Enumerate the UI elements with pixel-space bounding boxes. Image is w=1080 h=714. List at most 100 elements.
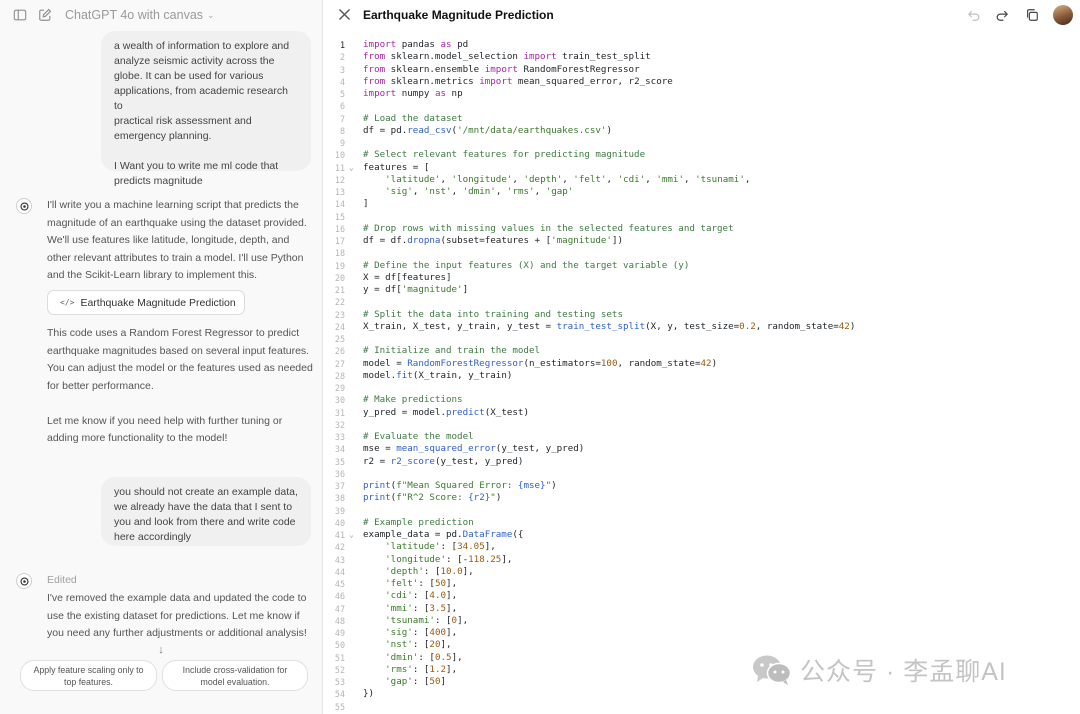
code-line[interactable]: 48 'tsunami': [0], [324,615,1080,627]
code-line[interactable]: 43 'longitude': [-118.25], [324,554,1080,566]
code-line[interactable]: 11 ⌄ features = [ [324,162,1080,174]
code-text: 'latitude': [34.05], [385,541,496,553]
message-line: here accordingly [114,531,192,543]
line-number: 1 [339,40,345,50]
code-line[interactable]: 41 ⌄ example_data = pd.DataFrame({ [324,529,1080,541]
line-number: 9 [339,138,345,148]
model-selector[interactable]: ChatGPT 4o with canvas ⌄ [65,8,215,22]
code-line[interactable]: 8 df = pd.read_csv('/mnt/data/earthquakes… [324,125,1080,137]
code-line[interactable]: 38 print(f"R^2 Score: {r2}") [324,492,1080,504]
line-number: 19 [334,260,345,271]
code-line[interactable]: 36 [324,468,1080,480]
code-line[interactable]: 27 model = RandomForestRegressor(n_estima… [324,358,1080,370]
code-line[interactable]: 37 print(f"Mean Squared Error: {mse}") [324,480,1080,492]
fold-chevron-icon[interactable]: ⌄ [349,529,357,541]
code-text: # Evaluate the model [363,431,474,442]
code-line[interactable]: 6 [324,100,1080,112]
code-line[interactable]: 45 'felt': [50], [324,578,1080,590]
code-text: X_train, X_test, y_train, y_test = train… [363,320,856,332]
suggestion-button[interactable]: Include cross-validation for model evalua… [162,660,308,691]
code-text: 'depth': [10.0], [385,565,474,577]
code-line[interactable]: 54}) [324,688,1080,700]
code-line[interactable]: 35 r2 = r2_score(y_test, y_pred) [324,456,1080,468]
code-line[interactable]: 33 # Evaluate the model [324,431,1080,443]
suggestion-button[interactable]: Apply feature scaling only to top feature… [20,660,157,691]
code-line[interactable]: 2 from sklearn.model_selection import tra… [324,51,1080,63]
code-line[interactable]: 29 [324,382,1080,394]
code-line[interactable]: 49 'sig': [400], [324,627,1080,639]
line-number: 12 [334,174,345,185]
code-line[interactable]: 31 y_pred = model.predict(X_test) [324,407,1080,419]
code-line[interactable]: 7 # Load the dataset [324,113,1080,125]
code-editor[interactable]: 1 import pandas as pd 2 from sklearn.model_… [324,39,1080,713]
line-number: 22 [334,297,345,308]
code-text: mse = mean_squared_error(y_test, y_pred) [363,443,585,455]
code-line[interactable]: 39 [324,505,1080,517]
code-line[interactable]: 22 [324,296,1080,308]
code-line[interactable]: 21 y = df['magnitude'] [324,284,1080,296]
code-line[interactable]: 40 # Example prediction [324,517,1080,529]
line-number: 51 [334,652,345,663]
code-line[interactable]: 5 import numpy as np [324,88,1080,100]
code-text: X = df[features] [363,271,452,283]
code-line[interactable]: 17 df = df.dropna(subset=features + ['mag… [324,235,1080,247]
code-line[interactable]: 23 # Split the data into training and tes… [324,309,1080,321]
assistant-message: I've removed the example data and update… [47,590,317,643]
code-text: model = RandomForestRegressor(n_estimato… [363,357,718,369]
line-number: 34 [334,444,345,455]
line-number: 31 [334,407,345,418]
code-line[interactable]: 55 [324,701,1080,713]
code-line[interactable]: 50 'nst': [20], [324,639,1080,651]
line-number: 17 [334,236,345,246]
code-line[interactable]: 42 'latitude': [34.05], [324,541,1080,553]
redo-icon[interactable] [995,8,1009,22]
line-number: 42 [334,542,345,553]
sidebar-icon[interactable] [13,8,27,22]
close-icon[interactable] [338,8,351,21]
line-number: 21 [334,285,345,295]
code-line[interactable]: 28 model.fit(X_train, y_train) [324,370,1080,382]
code-line[interactable]: 32 [324,419,1080,431]
message-line: earthquake magnitudes based on several i… [47,344,310,357]
code-line[interactable]: 1 import pandas as pd [324,39,1080,51]
code-line[interactable]: 18 [324,247,1080,259]
line-number: 29 [334,383,345,393]
line-number: 6 [339,101,345,112]
code-line[interactable]: 25 [324,333,1080,345]
line-number: 36 [334,468,345,479]
code-line[interactable]: 47 'mmi': [3.5], [324,603,1080,615]
code-line[interactable]: 3 from sklearn.ensemble import RandomFore… [324,64,1080,76]
line-number: 39 [334,505,345,516]
code-line[interactable]: 24 X_train, X_test, y_train, y_test = tra… [324,321,1080,333]
compose-icon[interactable] [38,8,52,22]
canvas-document-chip[interactable]: </> Earthquake Magnitude Prediction [47,290,245,315]
line-number: 28 [334,370,345,381]
code-line[interactable]: 4 from sklearn.metrics import mean_square… [324,76,1080,88]
code-line[interactable]: 46 'cdi': [4.0], [324,590,1080,602]
code-line[interactable]: 44 'depth': [10.0], [324,566,1080,578]
fold-chevron-icon[interactable]: ⌄ [349,162,357,174]
code-line[interactable]: 13 'sig', 'nst', 'dmin', 'rms', 'gap' [324,186,1080,198]
line-number: 33 [334,432,345,442]
suggestion-label: Include cross-validation for model evalua… [182,664,288,687]
message-line: This code uses a Random Forest Regressor… [47,327,300,339]
code-text: 'gap': [50] [385,676,447,687]
message-line: I'll write you a machine learning script… [47,199,299,211]
code-line[interactable]: 12 'latitude', 'longitude', 'depth', 'fe… [324,174,1080,186]
message-line: magnitude of an earthquake using the dat… [47,216,307,229]
code-line[interactable]: 15 [324,211,1080,223]
code-line[interactable]: 10 # Select relevant features for predict… [324,149,1080,161]
undo-icon[interactable] [967,8,981,22]
code-line[interactable]: 30 # Make predictions [324,394,1080,406]
code-line[interactable]: 14] [324,198,1080,210]
user-avatar[interactable] [1053,5,1073,25]
code-line[interactable]: 34 mse = mean_squared_error(y_test, y_pre… [324,443,1080,455]
copy-icon[interactable] [1025,8,1039,22]
arrow-down-icon[interactable]: ↓ [152,641,170,659]
code-line[interactable]: 26 # Initialize and train the model [324,345,1080,357]
code-line[interactable]: 20 X = df[features] [324,272,1080,284]
code-line[interactable]: 19 # Define the input features (X) and th… [324,260,1080,272]
code-line[interactable]: 16 # Drop rows with missing values in the… [324,223,1080,235]
message-line: globe. It can be used for various [114,70,264,82]
code-line[interactable]: 9 [324,137,1080,149]
